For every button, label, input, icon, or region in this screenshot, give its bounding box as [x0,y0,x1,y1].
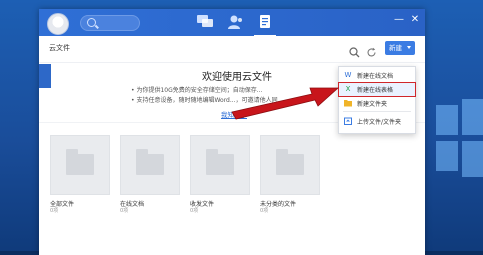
folder-uncategorized[interactable] [260,135,320,195]
new-button-label: 新建 [389,44,402,52]
welcome-title: 欢迎使用云文件 [202,72,272,83]
menu-item-label: 上传文件/文件夹 [357,119,402,126]
online-doc-icon: W [344,71,352,79]
dismiss-link[interactable]: 我知道了 [221,109,247,119]
menu-item-label: 新建在线文档 [357,73,394,80]
cloud-file-icon[interactable] [254,14,276,37]
new-button[interactable]: 新建 [385,41,415,55]
folder-count: 0项 [120,208,129,214]
avatar[interactable] [47,13,69,35]
welcome-line-2: • 支持任意设备，随时随地编辑Word...，可邀请他人同... [131,97,284,104]
welcome-line-1: • 为你提供10G免费的安全存储空间；自动保存... [131,87,263,94]
search-icon[interactable] [349,43,360,58]
folder-count: 0项 [190,208,199,214]
folder-icon [136,149,164,175]
banner-accent [39,64,51,88]
menu-item-new-online-sheet[interactable]: X 新建在线表格 [338,82,416,97]
close-button[interactable]: ✕ [410,15,420,25]
folder-sent-received[interactable] [190,135,250,195]
folder-icon [344,99,352,107]
folder-icon [276,149,304,175]
folder-icon [66,149,94,175]
chevron-down-icon [407,46,411,49]
folder-count: 0项 [260,208,269,214]
folder-count: 0项 [50,208,59,214]
search-icon [87,18,96,27]
contacts-icon[interactable] [226,14,244,30]
toolbar: 云文件 新建 [39,36,425,63]
menu-item-label: 新建在线表格 [357,87,394,94]
folder-icon [206,149,234,175]
chat-icon[interactable] [196,14,214,30]
breadcrumb: 云文件 [49,44,70,52]
folder-online-docs[interactable] [120,135,180,195]
desktop-windows-logo [430,95,483,235]
title-bar: — ✕ [39,9,425,37]
refresh-icon[interactable] [366,43,377,57]
menu-item-label: 新建文件夹 [357,101,388,108]
minimize-button[interactable]: — [394,15,404,25]
menu-item-new-online-doc[interactable]: W 新建在线文档 [339,69,415,82]
search-input[interactable] [80,15,140,31]
online-sheet-icon: X [345,85,351,93]
menu-item-new-folder[interactable]: 新建文件夹 [339,97,415,110]
menu-item-upload[interactable]: 上传文件/文件夹 [339,115,415,128]
upload-icon [344,117,352,125]
folder-all-files[interactable] [50,135,110,195]
menu-divider [343,111,411,112]
new-dropdown-menu: W 新建在线文档 X 新建在线表格 新建文件夹 上传文件/文件夹 [338,66,416,134]
